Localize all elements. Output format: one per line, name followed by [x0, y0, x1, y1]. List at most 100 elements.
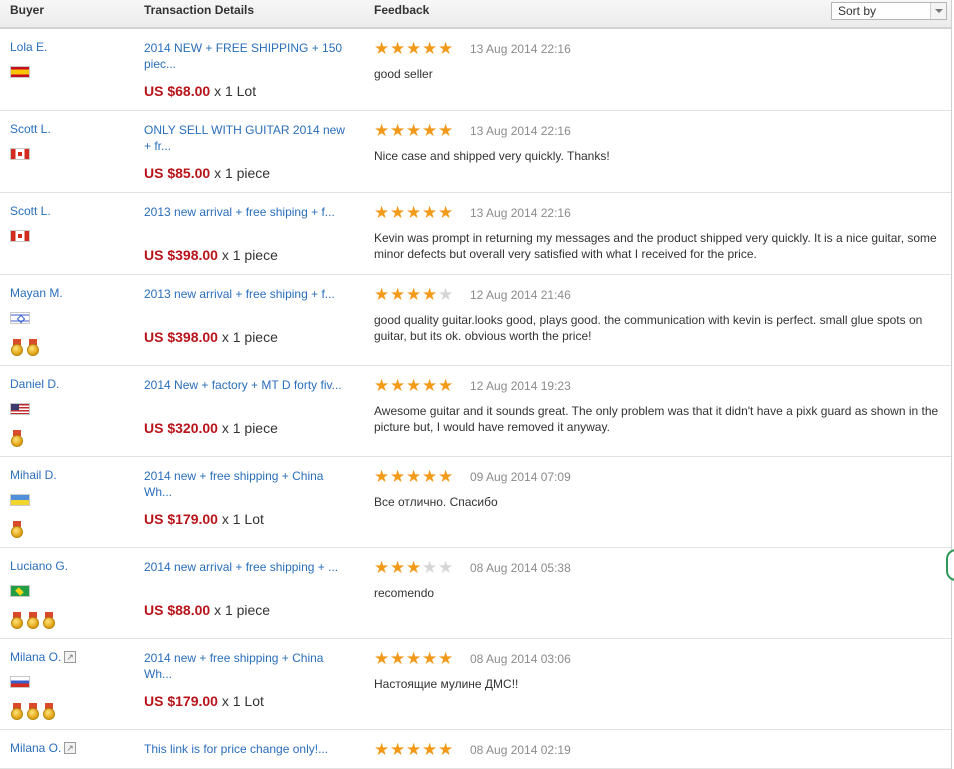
canada-flag-icon: [10, 230, 30, 242]
price-amount: US $85.00: [144, 165, 211, 181]
sort-by-select[interactable]: Sort by: [831, 2, 947, 20]
feedback-text: Nice case and shipped very quickly. Than…: [374, 149, 610, 163]
buyer-name-link[interactable]: Daniel D.: [10, 377, 59, 391]
quantity: x 1 piece: [221, 247, 278, 263]
price-line: US $85.00 x 1 piece: [144, 165, 270, 181]
quantity: x 1 Lot: [221, 511, 264, 527]
star-filled-icon: ★: [374, 203, 390, 222]
usa-flag-icon: [10, 403, 30, 415]
buyer-name-link[interactable]: Milana O.: [10, 741, 61, 755]
buyer-column-header: Buyer: [10, 3, 45, 17]
medal-icon: [43, 703, 55, 720]
rating-stars: ★★★★★: [374, 285, 454, 304]
feedback-date: 13 Aug 2014 22:16: [470, 206, 571, 220]
star-filled-icon: ★: [406, 285, 422, 304]
rating-stars: ★★★★★: [374, 649, 454, 668]
ukraine-flag-icon: [10, 494, 30, 506]
star-filled-icon: ★: [390, 558, 406, 577]
star-filled-icon: ★: [374, 649, 390, 668]
price-amount: US $398.00: [144, 329, 218, 345]
buyer-medals: [11, 339, 43, 356]
feedback-date: 12 Aug 2014 21:46: [470, 288, 571, 302]
transaction-title-link[interactable]: 2014 New + factory + MT D forty fiv...: [144, 377, 354, 393]
medal-icon: [11, 521, 23, 538]
price-line: US $88.00 x 1 piece: [144, 602, 270, 618]
star-filled-icon: ★: [374, 376, 390, 395]
star-filled-icon: ★: [406, 740, 422, 759]
star-filled-icon: ★: [438, 39, 454, 58]
price-line: US $179.00 x 1 Lot: [144, 511, 264, 527]
buyer-name-link[interactable]: Scott L.: [10, 204, 51, 218]
star-filled-icon: ★: [422, 467, 438, 486]
table-row: Mihail D. 2014 new + free shipping + Chin…: [0, 457, 951, 548]
medal-icon: [11, 703, 23, 720]
table-row: Mayan M. 2013 new arrival + free shiping …: [0, 275, 951, 366]
star-filled-icon: ★: [406, 203, 422, 222]
rating-stars: ★★★★★: [374, 467, 454, 486]
feedback-table: Buyer Transaction Details Feedback Sort …: [0, 0, 952, 769]
medal-icon: [11, 612, 23, 629]
feedback-text: Kevin was prompt in returning my message…: [374, 231, 937, 261]
star-filled-icon: ★: [374, 467, 390, 486]
buyer-name-link[interactable]: Lola E.: [10, 40, 47, 54]
transaction-title-link[interactable]: 2014 new arrival + free shipping + ...: [144, 559, 354, 575]
feedback-text: Все отлично. Спасибо: [374, 495, 498, 509]
star-filled-icon: ★: [406, 121, 422, 140]
transaction-title-link[interactable]: 2014 new + free shipping + China Wh...: [144, 650, 354, 682]
russia-flag-icon: [10, 676, 30, 688]
star-filled-icon: ★: [438, 121, 454, 140]
chevron-down-icon[interactable]: [930, 3, 946, 19]
table-row: Milana O. ↗ This link is for price change …: [0, 730, 951, 769]
feedback-text: Awesome guitar and it sounds great. The …: [374, 404, 939, 434]
spain-flag-icon: [10, 66, 30, 78]
table-row: Luciano G. 2014 new arrival + free shippi…: [0, 548, 951, 639]
buyer-name-link[interactable]: Luciano G.: [10, 559, 68, 573]
quantity: x 1 Lot: [221, 693, 264, 709]
quantity: x 1 piece: [214, 165, 271, 181]
price-line: US $320.00 x 1 piece: [144, 420, 278, 436]
buyer-name-link[interactable]: Mayan M.: [10, 286, 63, 300]
transaction-title-link[interactable]: 2013 new arrival + free shiping + f...: [144, 204, 354, 220]
feedback-column-header: Feedback: [374, 3, 430, 17]
transaction-title-link[interactable]: 2014 NEW + FREE SHIPPING + 150 piec...: [144, 40, 354, 72]
medal-icon: [11, 430, 23, 447]
star-filled-icon: ★: [406, 649, 422, 668]
buyer-medals: [11, 612, 59, 629]
rating-stars: ★★★★★: [374, 121, 454, 140]
medal-icon: [27, 703, 39, 720]
feedback-date: 13 Aug 2014 22:16: [470, 124, 571, 138]
price-amount: US $179.00: [144, 693, 218, 709]
star-filled-icon: ★: [390, 467, 406, 486]
quantity: x 1 piece: [221, 329, 278, 345]
canada-flag-icon: [10, 148, 30, 160]
price-amount: US $179.00: [144, 511, 218, 527]
buyer-name-link[interactable]: Mihail D.: [10, 468, 57, 482]
table-row: Daniel D. 2014 New + factory + MT D forty…: [0, 366, 951, 457]
transaction-title-link[interactable]: 2014 new + free shipping + China Wh...: [144, 468, 354, 500]
quantity: x 1 piece: [221, 420, 278, 436]
buyer-name-link[interactable]: Scott L.: [10, 122, 51, 136]
star-filled-icon: ★: [438, 740, 454, 759]
star-empty-icon: ★: [422, 558, 438, 577]
price-line: US $398.00 x 1 piece: [144, 329, 278, 345]
star-filled-icon: ★: [374, 39, 390, 58]
star-filled-icon: ★: [390, 376, 406, 395]
buyer-name-link[interactable]: Milana O.: [10, 650, 61, 664]
star-empty-icon: ★: [438, 558, 454, 577]
transaction-title-link[interactable]: 2013 new arrival + free shiping + f...: [144, 286, 354, 302]
buyer-medals: [11, 703, 59, 720]
quantity: x 1 Lot: [214, 83, 257, 99]
transaction-title-link[interactable]: This link is for price change only!...: [144, 741, 354, 757]
table-row: Scott L. ONLY SELL WITH GUITAR 2014 new +…: [0, 111, 951, 193]
star-filled-icon: ★: [390, 121, 406, 140]
rating-stars: ★★★★★: [374, 558, 454, 577]
side-widget-tab[interactable]: [946, 549, 954, 581]
edit-badge-icon: ↗: [64, 742, 76, 754]
star-filled-icon: ★: [406, 376, 422, 395]
feedback-date: 13 Aug 2014 22:16: [470, 42, 571, 56]
medal-icon: [27, 339, 39, 356]
price-line: US $398.00 x 1 piece: [144, 247, 278, 263]
star-filled-icon: ★: [374, 121, 390, 140]
feedback-date: 08 Aug 2014 02:19: [470, 743, 571, 757]
transaction-title-link[interactable]: ONLY SELL WITH GUITAR 2014 new + fr...: [144, 122, 354, 154]
